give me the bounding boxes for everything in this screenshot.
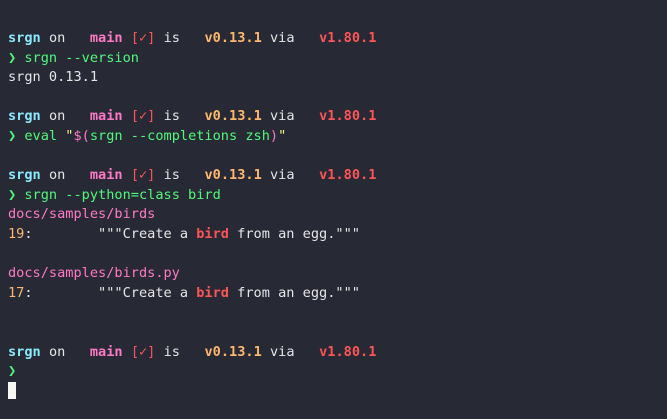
output-line: srgn 0.13.1 bbox=[8, 68, 667, 88]
prompt-rust-version: v1.80.1 bbox=[319, 343, 377, 360]
result-file-path[interactable]: docs/samples/birds bbox=[8, 205, 667, 225]
prompt-package-version: v0.13.1 bbox=[204, 108, 262, 125]
command-subst-close: ) bbox=[269, 127, 279, 144]
prompt-branch: main bbox=[89, 167, 123, 184]
command-subst-open: $( bbox=[73, 127, 90, 144]
prompt-user: srgn bbox=[8, 108, 41, 125]
prompt-chevron-icon: ❯ bbox=[8, 127, 17, 144]
result-text-after: from an egg.""" bbox=[229, 225, 360, 242]
prompt-branch: main bbox=[89, 30, 123, 46]
prompt-rust-version: v1.80.1 bbox=[319, 108, 377, 125]
prompt-package-version: v0.13.1 bbox=[204, 167, 262, 184]
prompt-is: is bbox=[163, 167, 180, 184]
command-line[interactable]: ❯ bbox=[8, 362, 667, 382]
prompt-is: is bbox=[163, 343, 180, 360]
prompt-on: on bbox=[48, 343, 66, 360]
command-text: srgn --python=class bird bbox=[24, 186, 221, 203]
command-inner: srgn --completions zsh bbox=[89, 127, 270, 144]
prompt-user: srgn bbox=[8, 30, 41, 46]
terminal-cursor[interactable] bbox=[8, 382, 16, 400]
result-text-before: """Create a bbox=[32, 225, 197, 242]
cursor-line[interactable] bbox=[8, 382, 667, 402]
command-quote-close: " bbox=[278, 127, 287, 144]
result-line-number: 17 bbox=[8, 284, 25, 301]
prompt-git-status: [✓] bbox=[130, 343, 156, 360]
result-text-after: from an egg.""" bbox=[229, 284, 360, 301]
prompt-via: via bbox=[269, 108, 295, 125]
result-match-highlight: bird bbox=[196, 225, 229, 242]
result-file-path[interactable]: docs/samples/birds.py bbox=[8, 264, 667, 284]
prompt-chevron-icon: ❯ bbox=[8, 49, 17, 66]
prompt-user: srgn bbox=[8, 167, 41, 184]
prompt-line: srgn on main [✓] is v0.13.1 via v1.80.1 bbox=[8, 166, 667, 186]
prompt-branch: main bbox=[89, 108, 123, 125]
result-match-highlight: bird bbox=[196, 284, 229, 301]
command-eval: eval bbox=[24, 127, 66, 144]
prompt-via: via bbox=[269, 30, 295, 46]
prompt-is: is bbox=[163, 108, 180, 125]
command-text: srgn --version bbox=[24, 49, 139, 66]
prompt-is: is bbox=[163, 30, 180, 46]
prompt-line: srgn on main [✓] is v0.13.1 via v1.80.1 bbox=[8, 29, 667, 49]
prompt-package-version: v0.13.1 bbox=[204, 30, 262, 46]
prompt-via: via bbox=[269, 343, 295, 360]
prompt-user: srgn bbox=[8, 343, 41, 360]
prompt-branch: main bbox=[89, 343, 123, 360]
result-match-line: 17: """Create a bird from an egg.""" bbox=[8, 284, 360, 301]
result-match-line: 19: """Create a bird from an egg.""" bbox=[8, 225, 360, 242]
prompt-rust-version: v1.80.1 bbox=[319, 167, 377, 184]
output-text: srgn 0.13.1 bbox=[8, 69, 99, 86]
command-line: ❯ srgn --python=class bird bbox=[8, 186, 667, 206]
prompt-rust-version: v1.80.1 bbox=[319, 30, 377, 46]
result-line-number: 19 bbox=[8, 225, 25, 242]
prompt-git-status: [✓] bbox=[130, 167, 156, 184]
prompt-on: on bbox=[48, 108, 66, 125]
prompt-git-status: [✓] bbox=[130, 108, 156, 125]
prompt-on: on bbox=[48, 30, 66, 46]
prompt-package-version: v0.13.1 bbox=[204, 343, 262, 360]
result-text-before: """Create a bbox=[32, 284, 197, 301]
prompt-line: srgn on main [✓] is v0.13.1 via v1.80.1 bbox=[8, 343, 667, 363]
terminal-window[interactable]: srgn on main [✓] is v0.13.1 via v1.80.1 … bbox=[0, 0, 667, 419]
prompt-on: on bbox=[48, 167, 66, 184]
prompt-chevron-icon: ❯ bbox=[8, 186, 17, 203]
prompt-via: via bbox=[269, 167, 295, 184]
prompt-chevron-icon: ❯ bbox=[8, 363, 17, 380]
prompt-git-status: [✓] bbox=[130, 30, 156, 46]
prompt-line: srgn on main [✓] is v0.13.1 via v1.80.1 bbox=[8, 107, 667, 127]
command-line: ❯ srgn --version bbox=[8, 49, 667, 69]
command-line: ❯ eval "$(srgn --completions zsh)" bbox=[8, 127, 667, 147]
